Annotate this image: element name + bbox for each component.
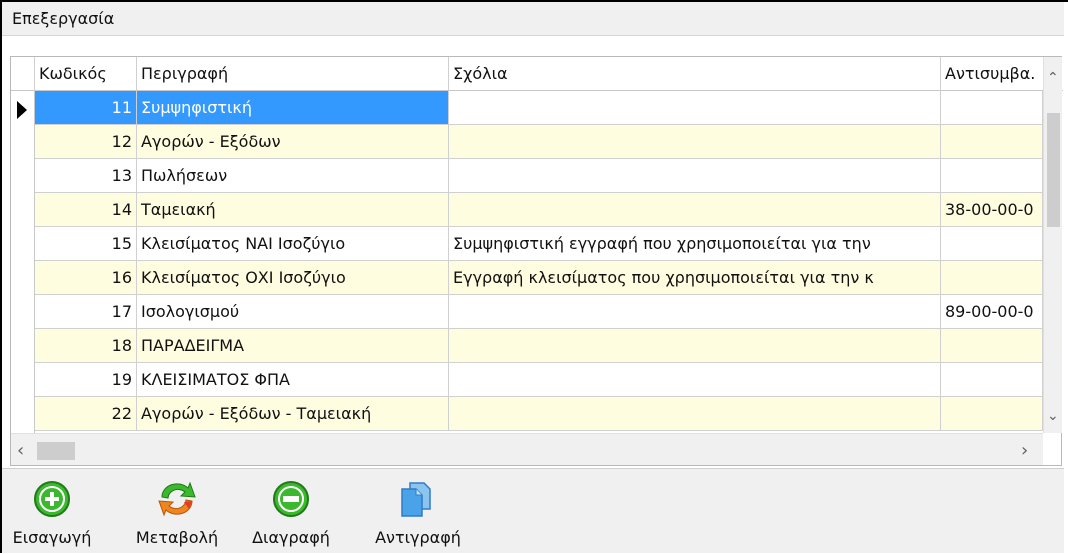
cell-counter-account[interactable] (941, 363, 1043, 397)
cell-comments[interactable] (449, 125, 941, 159)
cell-code[interactable]: 15 (35, 227, 137, 261)
table-row[interactable]: 22 Αγορών - Εξόδων - Ταμειακή (35, 397, 1043, 431)
row-pointer-icon (17, 101, 27, 119)
edit-button-label: Μεταβολή (135, 528, 219, 547)
cell-code[interactable]: 17 (35, 295, 137, 329)
cell-code[interactable]: 14 (35, 193, 137, 227)
scroll-left-icon[interactable]: ‹ (17, 442, 24, 460)
cell-code[interactable]: 11 (35, 91, 137, 125)
copy-button-label: Αντιγραφή (375, 528, 461, 547)
cell-description[interactable]: Ισολογισμού (137, 295, 449, 329)
toolbar: Εισαγωγή Μεταβολή Διαγραφή Αντιγραφή (2, 468, 1064, 553)
cell-code[interactable]: 16 (35, 261, 137, 295)
column-header-code[interactable]: Κωδικός (35, 57, 137, 91)
column-header-counter-account[interactable]: Αντισυμβα. (941, 57, 1043, 91)
minus-circle-icon (273, 481, 309, 517)
cell-description[interactable]: Συμψηφιστική (137, 91, 449, 125)
cell-description[interactable]: ΠΑΡΑΔΕΙΓΜΑ (137, 329, 449, 363)
cell-comments[interactable] (449, 397, 941, 431)
cell-counter-account[interactable]: 89-00-00-0 (941, 295, 1043, 329)
table-row[interactable]: 15 Κλεισίματος ΝΑΙ Ισοζύγιο Συμψηφιστική ε… (35, 227, 1043, 261)
cell-description[interactable]: Πωλήσεων (137, 159, 449, 193)
cell-comments[interactable]: Συμψηφιστική εγγραφή που χρησιμοποιείται… (449, 227, 941, 261)
table-row[interactable]: 16 Κλεισίματος ΟΧΙ Ισοζύγιο Εγγραφή κλεισί… (35, 261, 1043, 295)
horizontal-scrollbar[interactable]: ‹ › (11, 433, 1043, 465)
column-header-comments[interactable]: Σχόλια (449, 57, 941, 91)
delete-button[interactable]: Διαγραφή (236, 469, 346, 554)
horizontal-scroll-thumb[interactable] (37, 442, 75, 460)
cell-counter-account[interactable] (941, 329, 1043, 363)
cell-description[interactable]: ΚΛΕΙΣΙΜΑΤΟΣ ΦΠΑ (137, 363, 449, 397)
vertical-scroll-thumb[interactable] (1047, 113, 1060, 227)
column-header-description[interactable]: Περιγραφή (137, 57, 449, 91)
cell-comments[interactable] (449, 363, 941, 397)
scroll-up-icon[interactable]: ⌃ (1047, 71, 1059, 85)
cell-counter-account[interactable] (941, 125, 1043, 159)
cell-comments[interactable]: Εγγραφή κλεισίματος που χρησιμοποιείται … (449, 261, 941, 295)
cell-code[interactable]: 22 (35, 397, 137, 431)
cell-description[interactable]: Αγορών - Εξόδων - Ταμειακή (137, 397, 449, 431)
grid-header: Κωδικός Περιγραφή Σχόλια Αντισυμβα. (11, 57, 1063, 91)
cell-comments[interactable] (449, 295, 941, 329)
copy-button[interactable]: Αντιγραφή (358, 469, 478, 554)
cell-description[interactable]: Κλεισίματος ΟΧΙ Ισοζύγιο (137, 261, 449, 295)
table-row[interactable]: 18 ΠΑΡΑΔΕΙΓΜΑ (35, 329, 1043, 363)
row-indicator-column (11, 91, 35, 433)
table-row[interactable]: 14 Ταμειακή 38-00-00-0 (35, 193, 1043, 227)
cell-comments[interactable] (449, 91, 941, 125)
scroll-down-icon[interactable]: ⌄ (1047, 409, 1059, 423)
table-row[interactable]: 11 Συμψηφιστική (35, 91, 1043, 125)
cell-comments[interactable] (449, 329, 941, 363)
insert-button-label: Εισαγωγή (12, 528, 92, 547)
cell-description[interactable]: Κλεισίματος ΝΑΙ Ισοζύγιο (137, 227, 449, 261)
refresh-arrows-icon (158, 481, 196, 517)
edit-button[interactable]: Μεταβολή (122, 469, 232, 554)
cell-code[interactable]: 19 (35, 363, 137, 397)
cell-code[interactable]: 12 (35, 125, 137, 159)
grid-rows: 11 Συμψηφιστική 12 Αγορών - Εξόδων 13 Πωλήσεω… (35, 91, 1043, 433)
cell-comments[interactable] (449, 159, 941, 193)
panel-title: Επεξεργασία (2, 2, 1064, 36)
cell-code[interactable]: 18 (35, 329, 137, 363)
cell-counter-account[interactable] (941, 261, 1043, 295)
cell-counter-account[interactable] (941, 159, 1043, 193)
cell-description[interactable]: Ταμειακή (137, 193, 449, 227)
cell-counter-account[interactable] (941, 91, 1043, 125)
scroll-right-icon[interactable]: › (1021, 442, 1028, 460)
data-grid[interactable]: Κωδικός Περιγραφή Σχόλια Αντισυμβα. 11 Συ… (10, 56, 1063, 466)
cell-counter-account[interactable] (941, 397, 1043, 431)
table-row[interactable]: 12 Αγορών - Εξόδων (35, 125, 1043, 159)
cell-code[interactable]: 13 (35, 159, 137, 193)
table-row[interactable]: 17 Ισολογισμού 89-00-00-0 (35, 295, 1043, 329)
header-corner (11, 57, 35, 91)
copy-pages-icon (401, 482, 431, 517)
table-row[interactable]: 13 Πωλήσεων (35, 159, 1043, 193)
cell-counter-account[interactable]: 38-00-00-0 (941, 193, 1043, 227)
table-row[interactable]: 19 ΚΛΕΙΣΙΜΑΤΟΣ ΦΠΑ (35, 363, 1043, 397)
delete-button-label: Διαγραφή (252, 528, 330, 547)
cell-comments[interactable] (449, 193, 941, 227)
cell-counter-account[interactable] (941, 227, 1043, 261)
vertical-scrollbar[interactable]: ⌃ ⌄ (1043, 57, 1062, 433)
insert-button[interactable]: Εισαγωγή (2, 469, 102, 554)
plus-circle-icon (34, 481, 70, 517)
cell-description[interactable]: Αγορών - Εξόδων (137, 125, 449, 159)
